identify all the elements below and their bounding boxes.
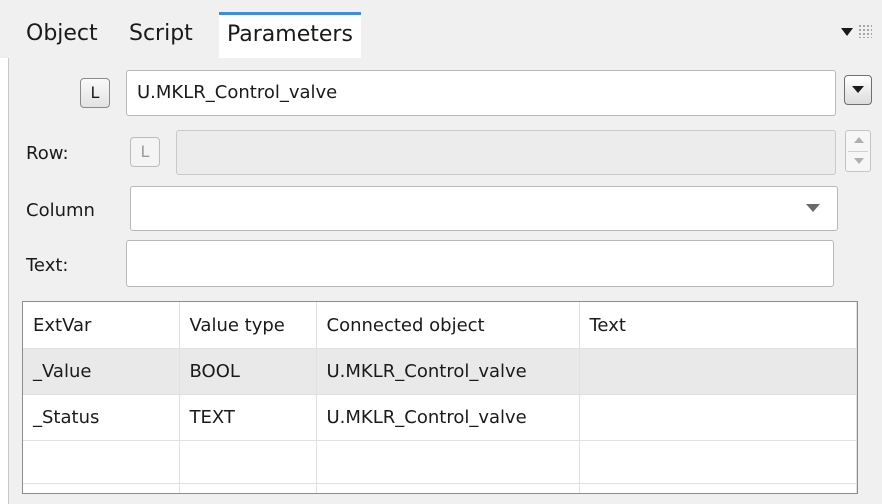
column-header-value-type[interactable]: Value type: [179, 302, 317, 349]
spinner-icon[interactable]: [845, 130, 871, 172]
row-field[interactable]: [176, 130, 836, 175]
column-label: Column: [26, 200, 95, 221]
table-row[interactable]: _Value BOOL U.MKLR_Control_valve: [23, 348, 857, 395]
column-combo[interactable]: [130, 186, 838, 231]
table-row[interactable]: _Status TEXT U.MKLR_Control_valve: [23, 394, 857, 441]
column-header-text[interactable]: Text: [579, 302, 857, 349]
cell-connected-object[interactable]: U.MKLR_Control_valve: [316, 394, 580, 441]
cell-value-type[interactable]: BOOL: [179, 348, 317, 395]
cell-extvar[interactable]: _Value: [23, 348, 180, 395]
extvar-table: ExtVar Value type Connected object Text …: [22, 301, 858, 494]
cell-text[interactable]: [579, 440, 857, 484]
object-name-field[interactable]: U.MKLR_Control_valve: [126, 70, 836, 116]
column-header-extvar[interactable]: ExtVar: [23, 302, 180, 349]
cell-text[interactable]: [579, 394, 857, 441]
row-label: Row:: [26, 143, 69, 164]
cell-connected-object[interactable]: [316, 483, 580, 493]
grip-icon[interactable]: [858, 24, 872, 38]
cell-extvar[interactable]: _Status: [23, 394, 180, 441]
text-label: Text:: [26, 255, 69, 276]
table-row[interactable]: [23, 440, 857, 484]
row-l-button[interactable]: L: [130, 137, 160, 167]
cell-value-type[interactable]: [179, 483, 317, 493]
spin-divider: [848, 151, 868, 152]
table-row[interactable]: [23, 483, 857, 493]
panel-border: [8, 58, 9, 504]
cell-connected-object[interactable]: U.MKLR_Control_valve: [316, 348, 580, 395]
tab-parameters[interactable]: Parameters: [219, 12, 361, 58]
spin-down-icon[interactable]: [854, 158, 864, 164]
cell-value-type[interactable]: [179, 440, 317, 484]
cell-extvar[interactable]: [23, 440, 180, 484]
object-l-button[interactable]: L: [80, 78, 110, 108]
spin-up-icon[interactable]: [854, 137, 864, 143]
column-header-connected-object[interactable]: Connected object: [316, 302, 580, 349]
cell-extvar[interactable]: [23, 483, 180, 493]
table-header-row: ExtVar Value type Connected object Text: [23, 302, 857, 349]
tab-script[interactable]: Script: [129, 14, 193, 58]
chevron-down-icon[interactable]: [841, 28, 853, 36]
cell-text[interactable]: [579, 348, 857, 395]
dropdown-arrow-icon[interactable]: [844, 75, 872, 105]
combo-arrow-icon[interactable]: [806, 204, 820, 212]
cell-connected-object[interactable]: [316, 440, 580, 484]
tab-object[interactable]: Object: [26, 14, 98, 58]
text-input[interactable]: [126, 240, 834, 287]
cell-text[interactable]: [579, 483, 857, 493]
tab-bar: Object Script Parameters: [0, 0, 882, 58]
cell-value-type[interactable]: TEXT: [179, 394, 317, 441]
